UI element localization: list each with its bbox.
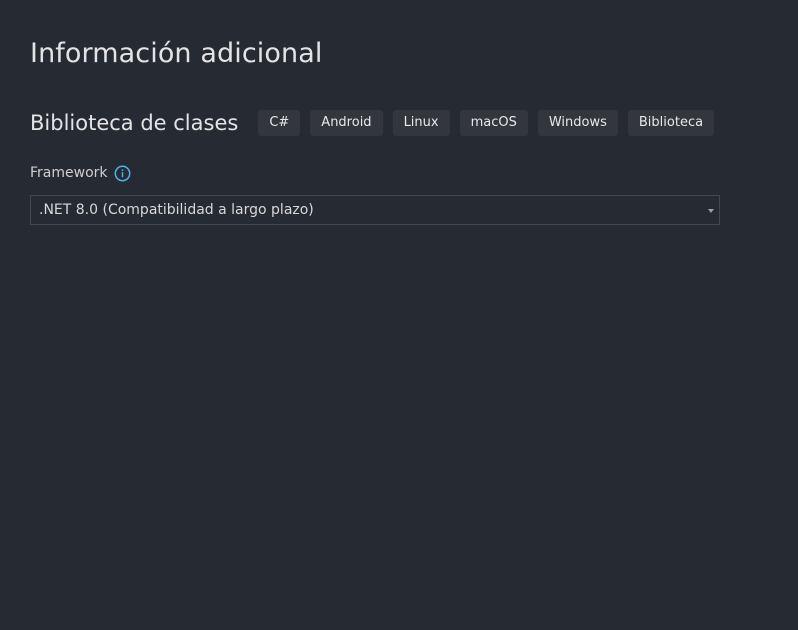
tag-language: C# bbox=[258, 110, 301, 136]
tag-project-type: Biblioteca bbox=[627, 110, 715, 136]
tag-platform-linux: Linux bbox=[392, 110, 450, 136]
framework-select[interactable]: .NET 8.0 (Compatibilidad a largo plazo) bbox=[30, 195, 720, 225]
page-title: Información adicional bbox=[30, 38, 323, 69]
framework-select-value: .NET 8.0 (Compatibilidad a largo plazo) bbox=[39, 202, 314, 218]
info-icon[interactable] bbox=[114, 165, 131, 182]
tag-platform-android: Android bbox=[310, 110, 383, 136]
tag-platform-macos: macOS bbox=[459, 110, 528, 136]
framework-label-row: Framework bbox=[30, 163, 131, 183]
template-name: Biblioteca de clases bbox=[30, 111, 239, 135]
framework-label: Framework bbox=[30, 165, 108, 181]
chevron-down-icon bbox=[708, 208, 714, 213]
template-header: Biblioteca de clases C# Android Linux ma… bbox=[30, 108, 724, 138]
tag-platform-windows: Windows bbox=[537, 110, 618, 136]
additional-info-page: Información adicional Biblioteca de clas… bbox=[0, 0, 798, 630]
